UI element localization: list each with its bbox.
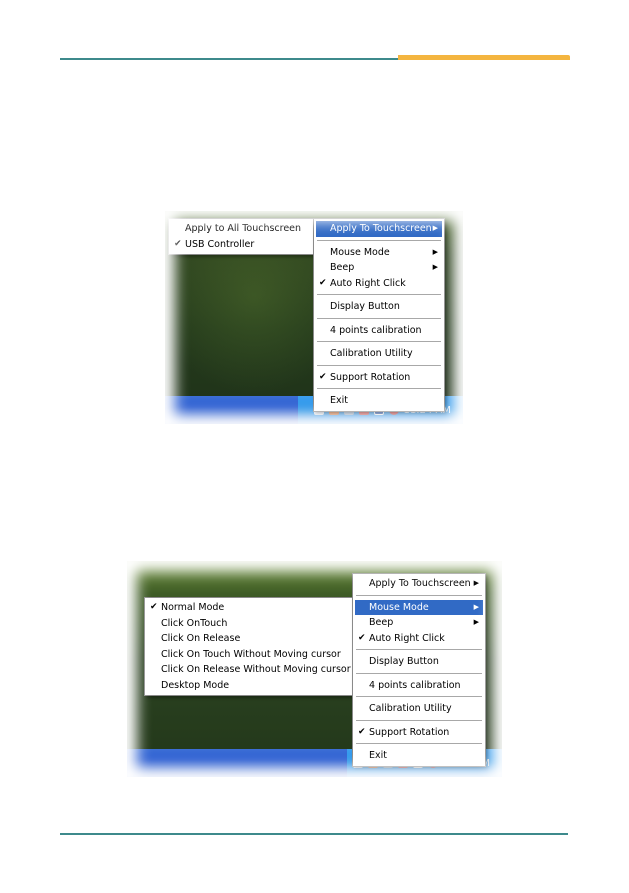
menu-item-calibration-utility[interactable]: Calibration Utility [355,701,483,717]
menu-separator [317,364,441,366]
menu-item-display-button[interactable]: Display Button [355,654,483,670]
menu-separator [317,294,441,295]
menu-item-exit[interactable]: Exit [316,393,442,409]
menu-item-4-points-calibration[interactable]: 4 points calibration [316,323,442,339]
menu-item-label: Support Rotation [369,726,450,738]
menu-item-label: 4 points calibration [330,324,422,336]
screenshot-mouse-mode: 11:25 AM ✔Normal ModeClick OnTouchClick … [127,561,502,777]
menu-item-label: Display Button [330,301,400,312]
menu-item-label: Auto Right Click [330,277,406,289]
check-icon: ✔ [150,602,158,612]
menu-separator [317,341,441,342]
submenu-arrow-icon: ▶ [432,224,438,232]
menu-item-label: Apply to All Touchscreen [185,223,302,234]
touchscreen-context-menu: Apply To Touchscreen ▶ Mouse Mode ▶ Beep ▶ ✔ Au… [313,218,445,412]
check-icon: ✔ [319,277,327,288]
menu-item-click-on-release[interactable]: Click On Release [147,631,353,647]
menu-item-label: Desktop Mode [161,679,230,691]
menu-item-beep[interactable]: Beep ▶ [316,260,442,276]
menu-item-exit[interactable]: Exit [355,748,483,764]
footer-rule [60,833,568,835]
submenu-arrow-icon: ▶ [432,263,438,271]
menu-item-label: Normal Mode [161,602,225,613]
menu-item-label: Click On Release Without Moving cursor [161,664,351,675]
check-icon: ✔ [319,371,327,382]
menu-item-support-rotation[interactable]: ✔ Support Rotation [316,370,442,386]
menu-separator [356,594,482,596]
menu-item-label: USB Controller [185,238,255,250]
menu-item-mouse-mode[interactable]: Mouse Mode ▶ [316,245,442,261]
menu-item-calibration-utility[interactable]: Calibration Utility [316,346,442,362]
submenu-arrow-icon: ▶ [473,618,479,626]
menu-separator [356,696,482,697]
menu-item-apply-to-touchscreen[interactable]: Apply To Touchscreen ▶ [316,221,442,237]
menu-item-4-points-calibration[interactable]: 4 points calibration [355,678,483,694]
menu-item-click-ontouch[interactable]: Click OnTouch [147,616,353,632]
menu-separator [356,719,482,721]
header-rule-orange [398,55,570,60]
mouse-mode-submenu: ✔ Normal Mode Click OnTouch Click On Releas… [144,597,356,696]
menu-separator [356,672,482,674]
menu-item-label: Beep [330,262,355,273]
check-icon: ✔ [174,238,182,249]
menu-item-label: Display Button [369,656,439,667]
menu-item-click-on-release-without-moving-cursor[interactable]: Click On Release Without Moving cursor [147,662,353,678]
menu-item-label: Apply To Touchscreen [369,578,471,589]
menu-separator [356,743,482,744]
menu-separator [317,317,441,319]
menu-item-click-on-touch-without-moving-cursor[interactable]: Click On Touch Without Moving cursor [147,647,353,663]
menu-item-apply-to-touchscreen[interactable]: Apply To Touchscreen ▶ [355,576,483,592]
menu-item-desktop-mode[interactable]: Desktop Mode [147,678,353,694]
menu-item-label: Calibration Utility [330,348,413,359]
submenu-arrow-icon: ▶ [473,579,479,587]
menu-item-label: Mouse Mode [369,601,429,613]
menu-item-label: 4 points calibration [369,679,461,691]
check-icon: ✔ [358,726,366,737]
menu-item-support-rotation[interactable]: ✔ Support Rotation [355,725,483,741]
menu-item-label: Support Rotation [330,371,411,383]
menu-item-label: Beep [369,617,394,628]
menu-item-label: Mouse Mode [330,246,390,258]
touchscreen-context-menu: Apply To Touchscreen ▶ Mouse Mode ▶ Beep ▶ ✔ Au… [352,573,486,767]
menu-item-display-button[interactable]: Display Button [316,299,442,315]
submenu-arrow-icon: ▶ [432,247,438,256]
menu-item-auto-right-click[interactable]: ✔ Auto Right Click [355,631,483,647]
menu-item-apply-to-all-touchscreen[interactable]: Apply to All Touchscreen [171,221,313,237]
menu-item-normal-mode[interactable]: ✔ Normal Mode [147,600,353,616]
menu-item-label: Calibration Utility [369,703,452,714]
menu-item-label: Exit [369,750,387,761]
menu-item-mouse-mode[interactable]: Mouse Mode ▶ [355,599,483,615]
menu-item-auto-right-click[interactable]: ✔ Auto Right Click [316,276,442,292]
menu-item-usb-controller[interactable]: ✔ USB Controller [171,237,313,253]
menu-item-label: Click On Release [161,633,241,644]
header-rule-teal [60,58,398,60]
menu-separator [317,239,441,241]
menu-item-label: Click On Touch Without Moving cursor [161,648,341,660]
check-icon: ✔ [358,632,366,643]
menu-separator [356,649,482,650]
menu-item-label: Auto Right Click [369,632,445,644]
menu-item-label: Click OnTouch [161,617,228,629]
menu-item-label: Apply To Touchscreen [330,223,432,234]
apply-to-touchscreen-submenu: Apply to All Touchscreen ✔ USB Controller [168,218,316,255]
menu-item-beep[interactable]: Beep ▶ [355,615,483,631]
menu-separator [317,388,441,389]
submenu-arrow-icon: ▶ [473,602,479,611]
screenshot-apply-to-touchscreen: 11:24 AM Apply to All Touchscreen✔USB Co… [165,211,463,424]
menu-item-label: Exit [330,395,348,406]
